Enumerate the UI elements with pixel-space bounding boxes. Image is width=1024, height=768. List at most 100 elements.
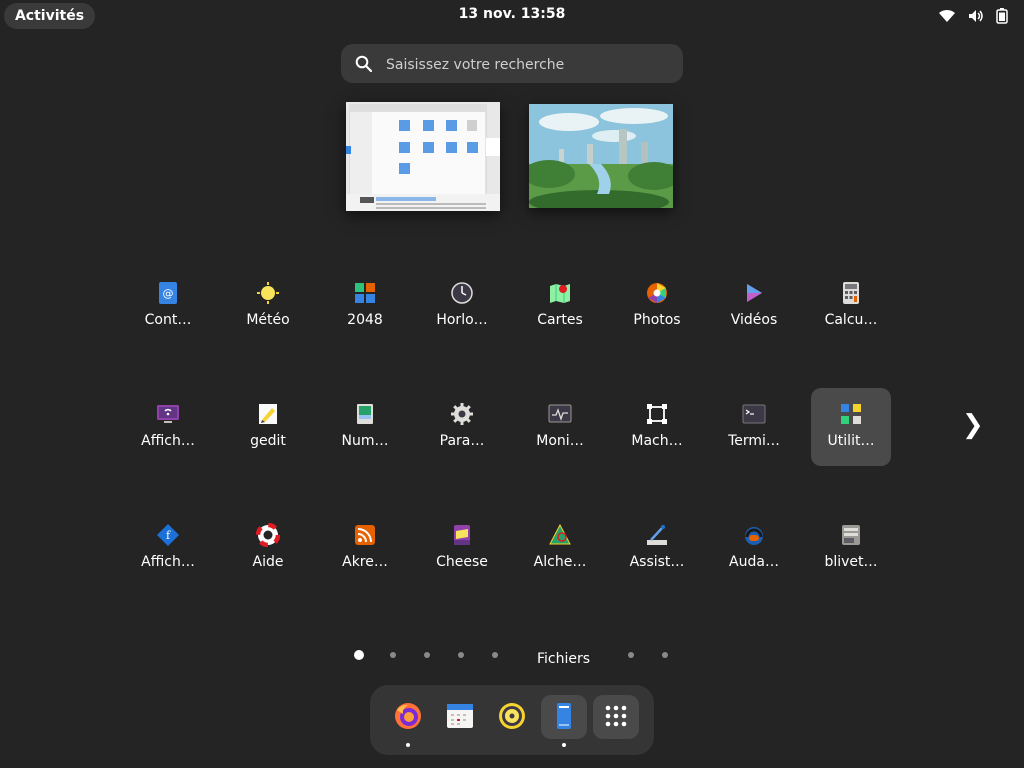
app-label: Utilit… — [827, 433, 875, 449]
utilities-folder-icon — [839, 402, 863, 426]
app-tile[interactable]: Météo — [228, 267, 308, 345]
dock-calendar[interactable] — [437, 695, 483, 739]
app-label: 2048 — [347, 312, 383, 328]
page-dot-6[interactable] — [628, 652, 634, 658]
app-tile[interactable]: f Affich… — [128, 509, 208, 587]
app-tile[interactable]: Para… — [422, 388, 502, 466]
help-lifebuoy-icon — [255, 522, 281, 548]
app-tile[interactable]: Cartes — [520, 267, 600, 345]
calculator-icon — [839, 281, 863, 305]
running-indicator — [562, 743, 566, 747]
app-label: Alche… — [533, 554, 587, 570]
wifi-icon — [938, 9, 956, 23]
terminal-icon — [742, 402, 766, 426]
app-tile[interactable]: Termi… — [714, 388, 794, 466]
svg-text:@: @ — [163, 287, 174, 300]
text-editor-icon — [256, 402, 280, 426]
app-label: Cartes — [537, 312, 583, 328]
app-label: Horlo… — [436, 312, 488, 328]
app-label: Mach… — [631, 433, 683, 449]
app-tile[interactable]: Horlo… — [422, 267, 502, 345]
page-dot-4[interactable] — [458, 652, 464, 658]
app-label: Météo — [246, 312, 290, 328]
photos-icon — [645, 281, 669, 305]
app-label: Num… — [341, 433, 389, 449]
app-label: Assist… — [629, 554, 685, 570]
settings-gear-icon — [450, 402, 474, 426]
app-label: blivet… — [824, 554, 878, 570]
app-tile[interactable]: Photos — [617, 267, 697, 345]
app-tile[interactable]: Moni… — [520, 388, 600, 466]
battery-icon — [996, 8, 1008, 24]
running-indicator — [406, 743, 410, 747]
app-tile[interactable]: Akre… — [325, 509, 405, 587]
app-label: Affich… — [141, 433, 195, 449]
search-bar[interactable] — [341, 44, 683, 85]
page-dot-1[interactable] — [354, 650, 364, 660]
app-label: Cont… — [144, 312, 192, 328]
search-icon — [355, 55, 373, 76]
app-label: Photos — [633, 312, 681, 328]
page-dot-2[interactable] — [390, 652, 396, 658]
app-label: Vidéos — [730, 312, 778, 328]
remote-desktop-icon — [156, 402, 180, 426]
app-tile[interactable]: 2048 — [325, 267, 405, 345]
page-folder-label[interactable]: Fichiers — [537, 651, 590, 667]
app-tile[interactable]: Num… — [325, 388, 405, 466]
audacity-icon — [742, 523, 766, 547]
next-page-chevron-icon[interactable]: ❯ — [962, 410, 984, 440]
app-tile[interactable]: Utilit… — [811, 388, 891, 466]
volume-icon — [968, 9, 984, 23]
app-label: Moni… — [536, 433, 584, 449]
dock — [370, 685, 654, 755]
system-tray[interactable] — [938, 8, 1008, 24]
videos-icon — [742, 281, 766, 305]
page-dot-3[interactable] — [424, 652, 430, 658]
feed-reader-icon — [353, 523, 377, 547]
search-input[interactable] — [384, 44, 668, 85]
game-2048-icon — [353, 281, 377, 305]
app-tile[interactable]: Mach… — [617, 388, 697, 466]
app-label: Affich… — [141, 554, 195, 570]
app-label: Auda… — [729, 554, 779, 570]
app-label: gedit — [250, 433, 286, 449]
app-label: Aide — [252, 554, 284, 570]
scanner-icon — [353, 402, 377, 426]
virtual-machines-icon — [645, 402, 669, 426]
blivet-disk-icon — [839, 523, 863, 547]
weather-icon — [256, 281, 280, 305]
cheese-webcam-icon — [450, 523, 474, 547]
app-tile[interactable]: Vidéos — [714, 267, 794, 345]
app-tile[interactable]: Assist… — [617, 509, 697, 587]
assistant-icon — [645, 523, 669, 547]
dock-files[interactable] — [541, 695, 587, 747]
alchemy-icon — [548, 523, 572, 547]
app-tile[interactable]: Auda… — [714, 509, 794, 587]
dock-show-apps[interactable] — [593, 695, 639, 739]
workspace-thumbnail-2[interactable] — [529, 104, 673, 208]
app-label: Calcu… — [824, 312, 878, 328]
app-tile[interactable]: Affich… — [128, 388, 208, 466]
dock-rhythmbox[interactable] — [489, 695, 535, 739]
app-label: Cheese — [436, 554, 488, 570]
app-tile[interactable]: Aide — [228, 509, 308, 587]
app-tile[interactable]: @ Cont… — [128, 267, 208, 345]
app-tile[interactable]: Cheese — [422, 509, 502, 587]
contacts-icon: @ — [156, 281, 180, 305]
dock-firefox[interactable] — [385, 695, 431, 747]
workspace-thumbnail-1[interactable] — [346, 102, 500, 211]
app-tile[interactable]: gedit — [228, 388, 308, 466]
clock-icon — [450, 281, 474, 305]
app-tile[interactable]: Alche… — [520, 509, 600, 587]
app-tile[interactable]: blivet… — [811, 509, 891, 587]
app-label: Akre… — [342, 554, 388, 570]
app-tile[interactable]: Calcu… — [811, 267, 891, 345]
page-dot-5[interactable] — [492, 652, 498, 658]
system-monitor-icon — [548, 402, 572, 426]
maps-icon — [548, 281, 572, 305]
page-dot-7[interactable] — [662, 652, 668, 658]
app-label: Para… — [439, 433, 485, 449]
app-label: Termi… — [728, 433, 780, 449]
clock[interactable]: 13 nov. 13:58 — [0, 6, 1024, 22]
font-viewer-icon: f — [156, 523, 180, 547]
